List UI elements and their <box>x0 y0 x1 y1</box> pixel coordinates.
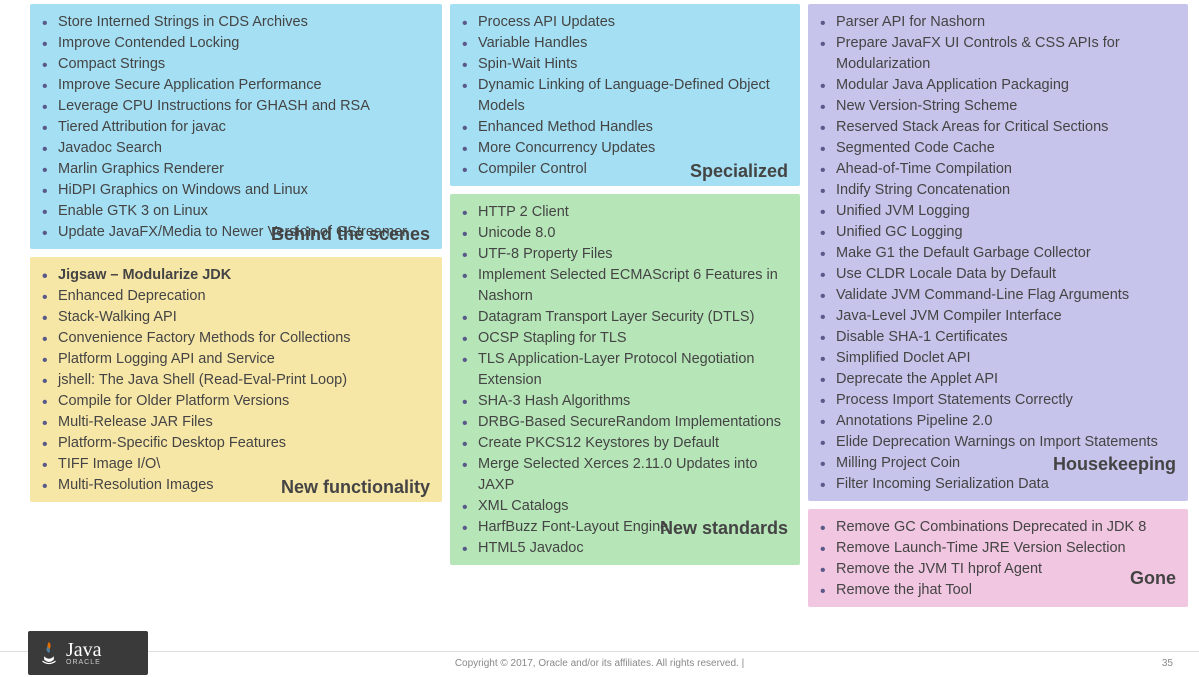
list-item: Platform Logging API and Service <box>58 349 432 370</box>
column-middle: Process API Updates Variable Handles Spi… <box>450 4 800 652</box>
list-item: Validate JVM Command-Line Flag Arguments <box>836 285 1178 306</box>
list-item: Tiered Attribution for javac <box>58 117 432 138</box>
list-new-functionality: Jigsaw – Modularize JDK Enhanced Depreca… <box>58 265 432 496</box>
list-item: TIFF Image I/O\ <box>58 454 432 475</box>
page-number: 35 <box>1162 658 1173 669</box>
list-item: Elide Deprecation Warnings on Import Sta… <box>836 432 1178 453</box>
list-item: Variable Handles <box>478 33 790 54</box>
list-item: Improve Secure Application Performance <box>58 75 432 96</box>
list-item: HTTP 2 Client <box>478 202 790 223</box>
list-item: Filter Incoming Serialization Data <box>836 474 1178 495</box>
list-item: New Version-String Scheme <box>836 96 1178 117</box>
list-housekeeping: Parser API for Nashorn Prepare JavaFX UI… <box>836 12 1178 495</box>
slide-content: Store Interned Strings in CDS Archives I… <box>0 0 1199 652</box>
list-item: Make G1 the Default Garbage Collector <box>836 243 1178 264</box>
box-new-standards: HTTP 2 Client Unicode 8.0 UTF-8 Property… <box>450 194 800 565</box>
list-item: Remove the jhat Tool <box>836 580 1178 601</box>
list-item: Process Import Statements Correctly <box>836 390 1178 411</box>
list-item: Javadoc Search <box>58 138 432 159</box>
list-item: Java-Level JVM Compiler Interface <box>836 306 1178 327</box>
list-item: Process API Updates <box>478 12 790 33</box>
box-gone: Remove GC Combinations Deprecated in JDK… <box>808 509 1188 607</box>
list-item: Jigsaw – Modularize JDK <box>58 265 432 286</box>
list-item: Enhanced Deprecation <box>58 286 432 307</box>
logo-text: Java <box>66 641 102 659</box>
box-behind-the-scenes: Store Interned Strings in CDS Archives I… <box>30 4 442 249</box>
list-item: Platform-Specific Desktop Features <box>58 433 432 454</box>
section-label-new-functionality: New functionality <box>281 477 430 498</box>
list-item: TLS Application-Layer Protocol Negotiati… <box>478 349 790 391</box>
section-label-specialized: Specialized <box>690 161 788 182</box>
column-right: Parser API for Nashorn Prepare JavaFX UI… <box>808 4 1188 652</box>
list-item: Compile for Older Platform Versions <box>58 391 432 412</box>
list-item: Enable GTK 3 on Linux <box>58 201 432 222</box>
list-item: Multi-Release JAR Files <box>58 412 432 433</box>
section-label-housekeeping: Housekeeping <box>1053 454 1176 475</box>
copyright-text: Copyright © 2017, Oracle and/or its affi… <box>455 658 744 669</box>
list-item: HTML5 Javadoc <box>478 538 790 559</box>
list-item: Unified GC Logging <box>836 222 1178 243</box>
list-item: Spin-Wait Hints <box>478 54 790 75</box>
logo-subtext: ORACLE <box>66 659 102 666</box>
list-item: OCSP Stapling for TLS <box>478 328 790 349</box>
list-item: Use CLDR Locale Data by Default <box>836 264 1178 285</box>
list-item: Merge Selected Xerces 2.11.0 Updates int… <box>478 454 790 496</box>
slide-footer: Copyright © 2017, Oracle and/or its affi… <box>0 651 1199 677</box>
list-item: Modular Java Application Packaging <box>836 75 1178 96</box>
list-item: Improve Contended Locking <box>58 33 432 54</box>
logo-text-wrap: Java ORACLE <box>66 641 102 666</box>
list-item: Reserved Stack Areas for Critical Sectio… <box>836 117 1178 138</box>
box-new-functionality: Jigsaw – Modularize JDK Enhanced Depreca… <box>30 257 442 502</box>
box-specialized: Process API Updates Variable Handles Spi… <box>450 4 800 186</box>
list-item: Enhanced Method Handles <box>478 117 790 138</box>
list-item: Stack-Walking API <box>58 307 432 328</box>
list-behind-the-scenes: Store Interned Strings in CDS Archives I… <box>58 12 432 243</box>
list-item: Remove GC Combinations Deprecated in JDK… <box>836 517 1178 538</box>
list-item: Unified JVM Logging <box>836 201 1178 222</box>
list-item: DRBG-Based SecureRandom Implementations <box>478 412 790 433</box>
list-item: Datagram Transport Layer Security (DTLS) <box>478 307 790 328</box>
slide: Store Interned Strings in CDS Archives I… <box>0 0 1199 677</box>
list-item: Dynamic Linking of Language-Defined Obje… <box>478 75 790 117</box>
list-item: Segmented Code Cache <box>836 138 1178 159</box>
list-item: Indify String Concatenation <box>836 180 1178 201</box>
list-item: SHA-3 Hash Algorithms <box>478 391 790 412</box>
list-item: Compact Strings <box>58 54 432 75</box>
list-item: XML Catalogs <box>478 496 790 517</box>
list-gone: Remove GC Combinations Deprecated in JDK… <box>836 517 1178 601</box>
section-label-gone: Gone <box>1130 568 1176 589</box>
java-logo-badge: Java ORACLE <box>28 631 148 675</box>
list-item: Disable SHA-1 Certificates <box>836 327 1178 348</box>
list-item: Annotations Pipeline 2.0 <box>836 411 1178 432</box>
list-item: Convenience Factory Methods for Collecti… <box>58 328 432 349</box>
list-new-standards: HTTP 2 Client Unicode 8.0 UTF-8 Property… <box>478 202 790 559</box>
list-item: jshell: The Java Shell (Read-Eval-Print … <box>58 370 432 391</box>
java-cup-icon <box>38 639 60 667</box>
list-item: Marlin Graphics Renderer <box>58 159 432 180</box>
section-label-behind-the-scenes: Behind the scenes <box>271 224 430 245</box>
box-housekeeping: Parser API for Nashorn Prepare JavaFX UI… <box>808 4 1188 501</box>
list-item: HiDPI Graphics on Windows and Linux <box>58 180 432 201</box>
list-item: Remove the JVM TI hprof Agent <box>836 559 1178 580</box>
list-item: Remove Launch-Time JRE Version Selection <box>836 538 1178 559</box>
list-item: More Concurrency Updates <box>478 138 790 159</box>
list-item: Store Interned Strings in CDS Archives <box>58 12 432 33</box>
column-left: Store Interned Strings in CDS Archives I… <box>30 4 442 652</box>
list-item: Ahead-of-Time Compilation <box>836 159 1178 180</box>
list-item: Create PKCS12 Keystores by Default <box>478 433 790 454</box>
list-item: Unicode 8.0 <box>478 223 790 244</box>
list-item: Simplified Doclet API <box>836 348 1178 369</box>
list-item: Leverage CPU Instructions for GHASH and … <box>58 96 432 117</box>
list-specialized: Process API Updates Variable Handles Spi… <box>478 12 790 180</box>
list-item: Implement Selected ECMAScript 6 Features… <box>478 265 790 307</box>
section-label-new-standards: New standards <box>660 518 788 539</box>
list-item: Deprecate the Applet API <box>836 369 1178 390</box>
list-item: Prepare JavaFX UI Controls & CSS APIs fo… <box>836 33 1178 75</box>
list-item: UTF-8 Property Files <box>478 244 790 265</box>
list-item: Parser API for Nashorn <box>836 12 1178 33</box>
